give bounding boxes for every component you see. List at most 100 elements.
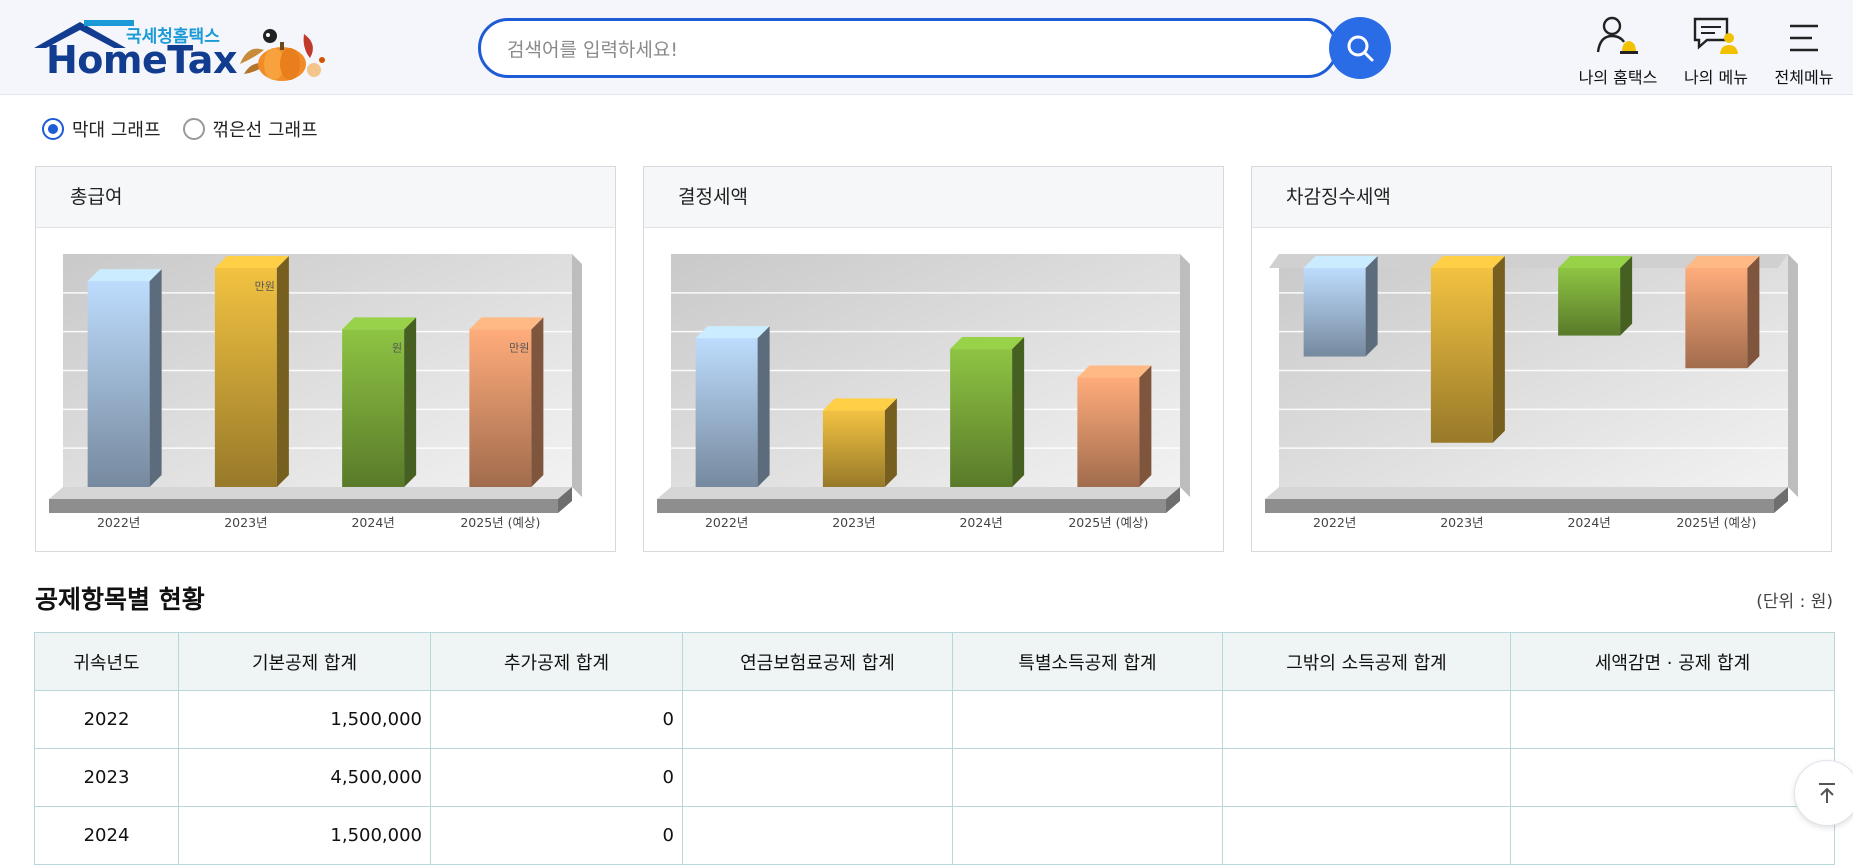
nav-label: 나의 홈택스 [1578,68,1658,87]
bar-front [1685,268,1748,369]
header: 국세청홈택스 HomeTax 검색어를 입력하세요! 나의 홈택스 나의 메뉴 … [0,0,1853,95]
bar-front [1077,377,1140,487]
panel-title: 총급여 [36,167,615,228]
bar-top [1077,365,1152,378]
bar-top [214,256,289,268]
bar-side [757,326,770,487]
bar-side [276,256,289,487]
bar-top [87,269,162,282]
bar-front [1303,268,1366,357]
bar-front [87,281,150,487]
bar-value-label: 원 [392,341,402,354]
bar-side [884,398,897,487]
bar-side [1012,337,1025,487]
radio-button-selected[interactable] [42,118,64,140]
table-header-row: 귀속년도 기본공제 합계 추가공제 합계 연금보험료공제 합계 특별소득공제 합… [34,632,1835,691]
radio-line-graph[interactable]: 꺾은선 그래프 [182,116,318,142]
search-icon [1347,35,1374,62]
basic-deduction-cell: 1,500,000 [178,806,431,865]
bar-value-label: 만원 [255,280,275,293]
x-tick-label: 2022년 [1313,515,1356,530]
nav-label: 전체메뉴 [1774,68,1834,87]
x-tick-label: 2025년 (예상) [1676,515,1756,530]
bar [214,256,289,487]
arrow-up-icon [1819,783,1835,803]
year-cell: 2023 [34,748,179,807]
chart-side-wall [1788,254,1798,497]
pension-deduction-cell [682,748,953,807]
other-deduction-cell [1222,806,1511,865]
column-header: 특별소득공제 합계 [952,632,1223,691]
nav-my-menu[interactable]: 나의 메뉴 [1678,16,1754,88]
bar-side [1492,256,1505,443]
bar [469,317,544,487]
bar-front [1430,268,1493,443]
table-row: 2023 4,500,000 0 [34,748,1835,807]
chart-side-wall [572,254,582,497]
section-title: 공제항목별 현황 [35,585,205,614]
bar-side [1620,256,1633,336]
special-deduction-cell [952,748,1223,807]
x-tick-label: 2025년 (예상) [1068,515,1148,530]
hometax-logo[interactable]: 국세청홈택스 HomeTax [34,18,334,84]
x-tick-label: 2023년 [1440,515,1483,530]
radio-button[interactable] [182,118,205,140]
bar-side [1747,256,1760,369]
additional-deduction-cell: 0 [430,690,683,749]
bar-front [695,338,758,487]
bar [1077,365,1152,487]
search-input[interactable] [505,35,1289,65]
bar-value-label: 만원 [509,341,529,354]
radio-label: 꺾은선 그래프 [212,120,318,141]
basic-deduction-cell: 4,500,000 [178,748,431,807]
nav-all-menu[interactable]: 전체메뉴 [1769,16,1839,88]
tax-credit-cell [1510,748,1835,807]
bar [1303,256,1378,357]
nav-my-hometax[interactable]: 나의 홈택스 [1575,16,1661,88]
other-deduction-cell [1222,690,1511,749]
radio-label: 막대 그래프 [72,120,161,141]
bar-top [1558,256,1633,268]
table-row: 2022 1,500,000 0 [34,690,1835,749]
x-tick-label: 2024년 [351,515,394,530]
bar-chart-determined-tax: 2022년 2023년 2024년 2025년 (예상) [657,254,1190,530]
chart-type-toggle: 막대 그래프 꺾은선 그래프 [42,116,340,142]
bar-side [1139,365,1152,487]
bar [87,269,162,487]
x-tick-label: 2024년 [1567,515,1610,530]
bar-side [149,269,162,487]
logo-title: HomeTax [46,38,237,82]
bar-front [1558,268,1621,336]
x-tick-label: 2023년 [832,515,875,530]
scroll-to-top-button[interactable] [1794,760,1853,826]
chart-base [1265,499,1774,513]
search-button[interactable] [1329,17,1391,79]
year-cell: 2024 [34,806,179,865]
bar-top [1303,256,1378,268]
unit-label: (단위 : 원) [1756,592,1833,612]
bar [342,317,417,487]
x-tick-label: 2022년 [97,515,140,530]
chart-floor [657,487,1180,499]
x-tick-label: 2023년 [224,515,267,530]
search-box [478,18,1338,78]
bar [822,398,897,487]
bar [695,326,770,487]
chart-base [657,499,1166,513]
bar [1558,256,1633,336]
deductions-table: 귀속년도 기본공제 합계 추가공제 합계 연금보험료공제 합계 특별소득공제 합… [34,632,1835,865]
radio-bar-graph[interactable]: 막대 그래프 [42,116,161,142]
chart-floor [1265,487,1788,499]
bar [1685,256,1760,369]
chart-side-wall [1180,254,1190,497]
year-cell: 2022 [34,690,179,749]
pumpkin-decoration-icon [240,29,325,81]
bar [1430,256,1505,443]
additional-deduction-cell: 0 [430,806,683,865]
chart-panel-total-salary: 총급여 2022년 만원 2023년 원 2024년 만원 2025년 (예상) [35,166,616,552]
table-row: 2024 1,500,000 0 [34,806,1835,865]
other-deduction-cell [1222,748,1511,807]
special-deduction-cell [952,690,1223,749]
x-tick-label: 2025년 (예상) [460,515,540,530]
chart-floor [49,487,572,499]
